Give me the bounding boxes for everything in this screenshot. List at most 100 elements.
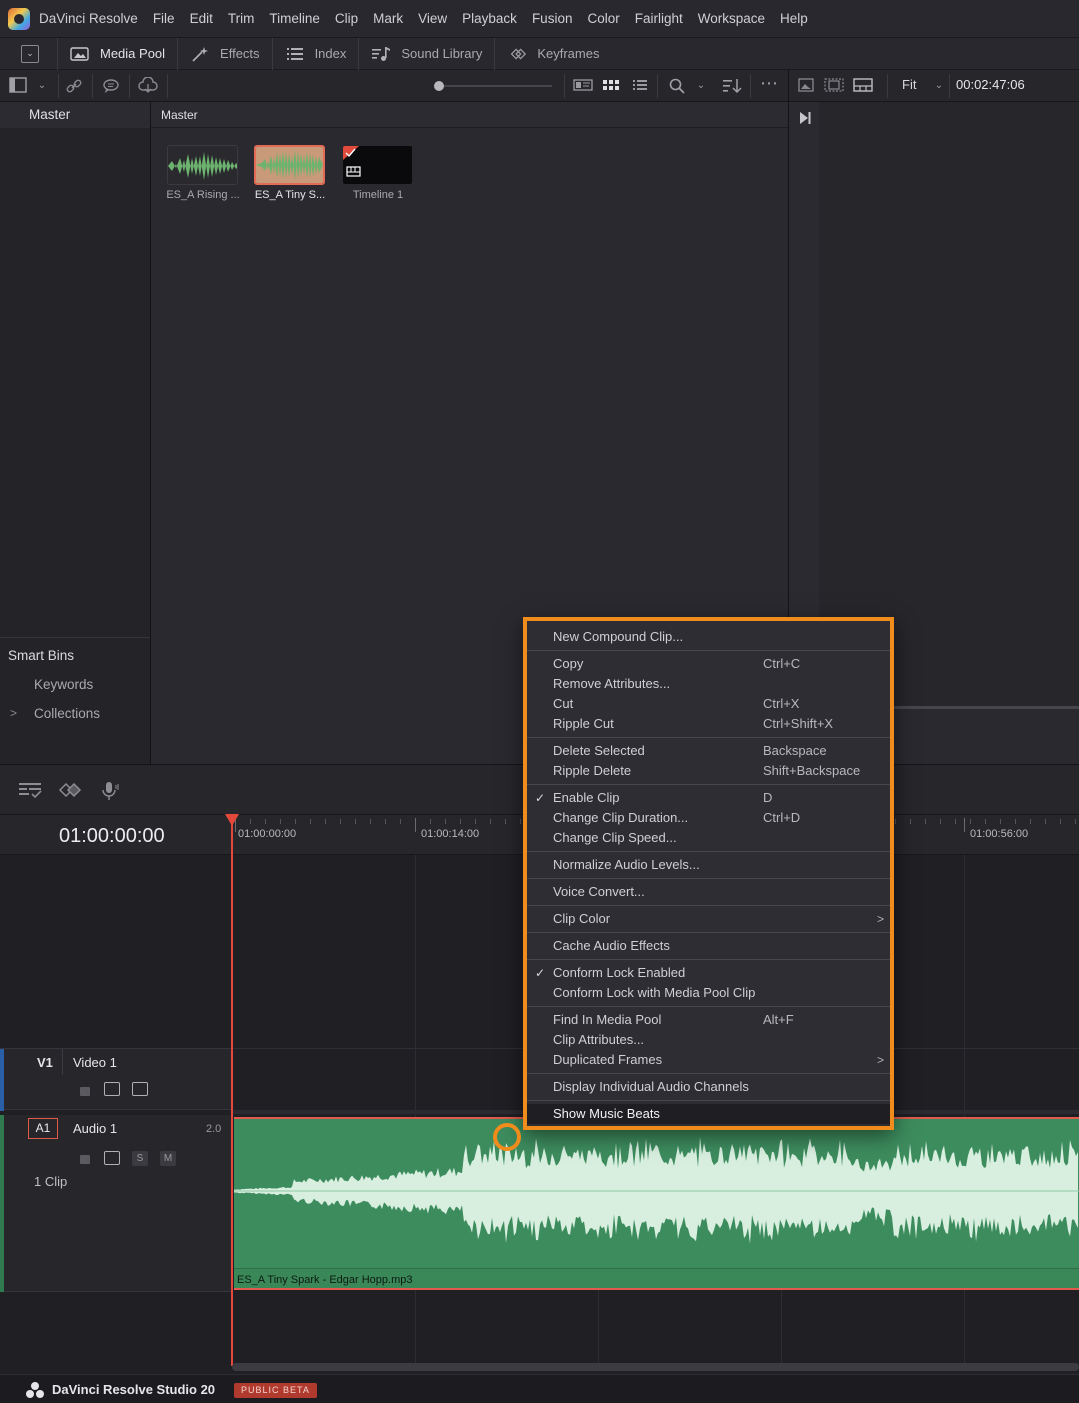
bin-master[interactable]: Master (0, 102, 150, 128)
menu-label: Cache Audio Effects (553, 938, 670, 953)
menu-voice-convert[interactable]: Voice Convert... (527, 882, 890, 902)
chevron-down-icon[interactable]: ⌄ (929, 77, 949, 95)
timeline-timecode[interactable]: 01:00:00:00 (59, 825, 165, 848)
menu-mark[interactable]: Mark (373, 11, 403, 26)
chevron-down-icon[interactable]: ⌄ (32, 77, 52, 95)
cloud-icon[interactable] (138, 76, 158, 95)
thumbnail-zoom-handle[interactable] (434, 81, 444, 91)
menu-label: Show Music Beats (553, 1106, 660, 1121)
audio-track-header[interactable]: A1 Audio 1 2.0 S M 1 Clip (0, 1115, 232, 1292)
smart-bin-keywords[interactable]: Keywords (0, 677, 150, 692)
menu-new-compound-clip[interactable]: New Compound Clip... (527, 627, 890, 647)
playhead-line[interactable] (231, 814, 233, 1366)
search-icon[interactable] (667, 77, 687, 95)
menu-clip[interactable]: Clip (335, 11, 358, 26)
menu-remove-attributes[interactable]: Remove Attributes... (527, 674, 890, 694)
menu-clip-attributes[interactable]: Clip Attributes... (527, 1030, 890, 1050)
menu-workspace[interactable]: Workspace (698, 11, 765, 26)
keyframe-toggle-icon[interactable] (58, 781, 84, 804)
menu-cut[interactable]: Cut Ctrl+X (527, 694, 890, 714)
sound-library-button[interactable]: Sound Library (358, 37, 494, 70)
menu-color[interactable]: Color (587, 11, 619, 26)
menu-clip-color[interactable]: Clip Color > (527, 909, 890, 929)
smart-bin-collections[interactable]: > Collections (0, 706, 150, 721)
sidebar-toggle-icon[interactable] (8, 77, 28, 95)
menu-conform-lock-media-pool[interactable]: Conform Lock with Media Pool Clip (527, 983, 890, 1003)
audio-track-tag[interactable]: A1 (28, 1118, 58, 1139)
menu-view[interactable]: View (418, 11, 447, 26)
list-view-icon[interactable] (630, 77, 650, 95)
menu-separator (527, 1100, 890, 1101)
click-indicator-ring (493, 1123, 521, 1151)
auto-select-icon[interactable] (104, 1082, 120, 1096)
menu-change-clip-duration[interactable]: Change Clip Duration... Ctrl+D (527, 808, 890, 828)
davinci-logo-icon (8, 7, 30, 30)
menu-copy[interactable]: Copy Ctrl+C (527, 654, 890, 674)
menu-enable-clip[interactable]: ✓ Enable Clip D (527, 788, 890, 808)
workspace-dropdown-icon[interactable]: ⌄ (21, 44, 39, 63)
keyframes-button[interactable]: Keyframes (494, 37, 611, 70)
menu-timeline[interactable]: Timeline (269, 11, 320, 26)
thumbnail-view-icon[interactable] (601, 77, 621, 95)
timeline-scrollbar[interactable] (232, 1363, 1079, 1371)
menu-duplicated-frames[interactable]: Duplicated Frames > (527, 1050, 890, 1070)
viewer-safe-area-icon[interactable] (824, 77, 844, 95)
menu-change-clip-speed[interactable]: Change Clip Speed... (527, 828, 890, 848)
metadata-view-icon[interactable] (573, 77, 593, 95)
menu-edit[interactable]: Edit (190, 11, 213, 26)
clip-name-timeline[interactable]: Timeline 1 (338, 189, 418, 201)
chevron-down-icon[interactable]: ⌄ (691, 77, 711, 95)
menu-display-individual-audio-channels[interactable]: Display Individual Audio Channels (527, 1077, 890, 1097)
skip-to-end-icon[interactable] (797, 110, 813, 126)
lock-icon[interactable] (80, 1087, 90, 1096)
menu-conform-lock-enabled[interactable]: ✓ Conform Lock Enabled (527, 963, 890, 983)
auto-select-icon[interactable] (104, 1151, 120, 1165)
audio-track-name[interactable]: Audio 1 (73, 1121, 117, 1136)
film-strip-icon[interactable] (132, 1082, 148, 1096)
zoom-fit-dropdown[interactable]: Fit (902, 77, 916, 92)
video-track-tag[interactable]: V1 (37, 1055, 53, 1070)
metadata-icon[interactable] (101, 77, 121, 95)
app-name-menu[interactable]: DaVinci Resolve (39, 11, 138, 26)
source-viewer[interactable] (819, 102, 1079, 706)
menu-show-music-beats[interactable]: Show Music Beats (527, 1104, 890, 1124)
video-track-header[interactable]: V1 Video 1 (0, 1048, 232, 1111)
menu-help[interactable]: Help (780, 11, 808, 26)
menu-playback[interactable]: Playback (462, 11, 517, 26)
solo-button[interactable]: S (132, 1151, 148, 1166)
video-track-name[interactable]: Video 1 (73, 1055, 117, 1070)
menu-cache-audio-effects[interactable]: Cache Audio Effects (527, 936, 890, 956)
audio-clip[interactable]: ES_A Tiny Spark - Edgar Hopp.mp3 (234, 1117, 1079, 1290)
sort-icon[interactable] (722, 77, 742, 95)
viewer-image-icon[interactable] (796, 77, 816, 95)
more-options-icon[interactable]: ⋯ (759, 74, 779, 95)
clip-name-rising[interactable]: ES_A Rising ... (163, 189, 243, 201)
menu-normalize-audio-levels[interactable]: Normalize Audio Levels... (527, 855, 890, 875)
playhead-handle[interactable] (225, 814, 239, 826)
menu-find-in-media-pool[interactable]: Find In Media Pool Alt+F (527, 1010, 890, 1030)
thumbnail-zoom-slider[interactable] (440, 85, 552, 87)
menu-ripple-cut[interactable]: Ripple Cut Ctrl+Shift+X (527, 714, 890, 734)
menu-label: Change Clip Speed... (553, 830, 677, 845)
menu-delete-selected[interactable]: Delete Selected Backspace (527, 741, 890, 761)
chevron-right-icon[interactable]: > (10, 706, 17, 720)
microphone-icon[interactable] (100, 781, 122, 806)
link-icon[interactable] (64, 77, 84, 95)
menu-fairlight[interactable]: Fairlight (635, 11, 683, 26)
index-button[interactable]: Index (271, 37, 359, 70)
mute-button[interactable]: M (160, 1151, 176, 1166)
clip-thumbnail-tiny-spark[interactable] (254, 145, 325, 185)
clip-thumbnail-rising[interactable] (167, 145, 238, 185)
media-pool-button[interactable]: Media Pool (57, 37, 177, 70)
lock-icon[interactable] (80, 1155, 90, 1164)
viewer-layout-icon[interactable] (853, 77, 873, 95)
timeline-options-icon[interactable] (18, 781, 44, 804)
music-note-icon (371, 46, 391, 62)
menu-ripple-delete[interactable]: Ripple Delete Shift+Backspace (527, 761, 890, 781)
menu-trim[interactable]: Trim (228, 11, 255, 26)
effects-button[interactable]: Effects (177, 37, 272, 70)
menu-fusion[interactable]: Fusion (532, 11, 573, 26)
timeline-thumbnail[interactable] (342, 145, 413, 185)
clip-name-tiny-spark[interactable]: ES_A Tiny S... (250, 189, 330, 201)
menu-file[interactable]: File (153, 11, 175, 26)
